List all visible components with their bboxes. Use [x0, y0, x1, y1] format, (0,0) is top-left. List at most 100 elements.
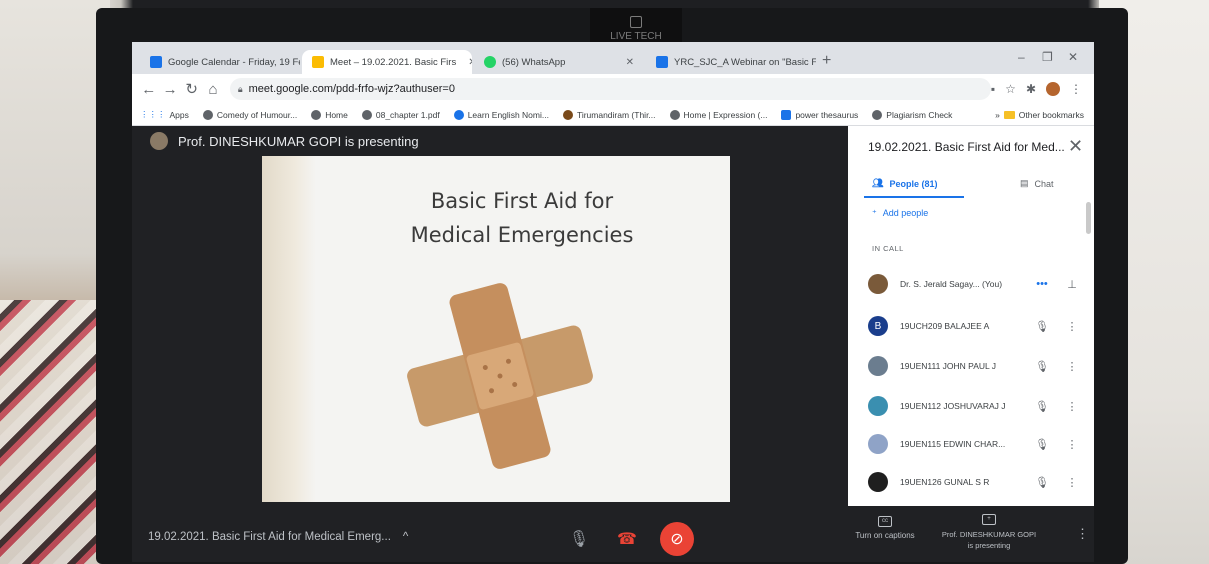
tab-meet[interactable]: Meet – 19.02.2021. Basic Firs ✕: [302, 50, 472, 74]
add-people-button[interactable]: ⁺ Add people: [872, 208, 928, 219]
active-tab-indicator: [864, 196, 964, 198]
chevron-icon: »: [995, 109, 1000, 120]
bookmark-item[interactable]: power thesaurus: [781, 109, 859, 120]
menu-icon[interactable]: ⋮: [1070, 82, 1082, 96]
present-line-2: is presenting: [967, 541, 1011, 550]
hang-up-icon: ☎︎: [617, 531, 637, 548]
bookmark-item[interactable]: Comedy of Humour...: [202, 109, 297, 120]
participant-name: 19UCH209 BALAJEE A: [900, 321, 990, 331]
screen: Google Calendar - Friday, 19 Feb ✕ Meet …: [132, 42, 1094, 562]
toolbar-actions: ▪ ☆ ✱ ⋮: [991, 82, 1094, 96]
bookmark-item[interactable]: Learn English Nomi...: [453, 109, 549, 120]
page-icon: [656, 56, 668, 68]
tab-people-label: People (81): [889, 178, 938, 189]
presenter-avatar: [150, 132, 168, 150]
captions-label: Turn on captions: [855, 531, 915, 540]
globe-icon: [202, 109, 213, 120]
bookmark-item[interactable]: Home: [311, 109, 348, 120]
close-icon[interactable]: ✕: [626, 57, 634, 68]
mic-off-icon: 🎙︎: [1035, 438, 1049, 451]
apps-grid-icon: ⋮⋮⋮: [140, 109, 166, 119]
people-panel: 19.02.2021. Basic First Aid for Med... ✕…: [848, 126, 1094, 506]
participant-name: 19UEN115 EDWIN CHAR...: [900, 439, 1006, 449]
webcam-label: LIVE TECH: [610, 31, 662, 42]
bookmark-label: 08_chapter 1.pdf: [375, 109, 440, 120]
participant-row[interactable]: Dr. S. Jerald Sagay... (You) ••• ⊥: [868, 266, 1084, 302]
bookmark-item[interactable]: Home | Expression (...: [669, 109, 767, 120]
photo-scene: LIVE TECH Google Calendar - Friday, 19 F…: [0, 0, 1209, 564]
forward-button[interactable]: →: [159, 81, 180, 98]
tab-webinar[interactable]: YRC_SJC_A Webinar on "Basic Fir ✕: [646, 50, 816, 74]
webcam-icon: [630, 16, 642, 28]
mic-off-icon: 🎙︎: [1035, 320, 1049, 333]
home-button[interactable]: ⌂: [202, 81, 223, 98]
tab-chat[interactable]: ▤ Chat: [1020, 178, 1054, 189]
presentation-button[interactable]: + Prof. DINESHKUMAR GOPI is presenting: [934, 514, 1044, 551]
more-options-icon[interactable]: ⋮: [1076, 526, 1089, 542]
present-line-1: Prof. DINESHKUMAR GOPI: [941, 530, 1037, 539]
bookmark-label: Apps: [169, 109, 189, 120]
more-options-icon[interactable]: ⋮: [1064, 400, 1080, 413]
close-icon[interactable]: ✕: [468, 57, 472, 68]
bookmark-item[interactable]: Plagiarism Check: [872, 109, 953, 120]
tab-people[interactable]: 👥︎ People (81): [872, 178, 937, 189]
profile-avatar[interactable]: [1046, 82, 1060, 96]
camera-in-use-icon[interactable]: ▪: [991, 82, 995, 96]
meet-bottom-bar: 19.02.2021. Basic First Aid for Medical …: [132, 506, 1094, 562]
more-options-icon[interactable]: ⋮: [1064, 476, 1080, 489]
meet-call-area: Prof. DINESHKUMAR GOPI is presenting Bas…: [132, 126, 1094, 562]
more-options-icon[interactable]: ⋮: [1064, 438, 1080, 451]
captions-button[interactable]: cc Turn on captions: [850, 516, 920, 540]
participant-row[interactable]: 19UEN112 JOSHUVARAJ J 🎙︎ ⋮: [868, 388, 1084, 424]
url-text: meet.google.com/pdd-frfo-wjz?authuser=0: [248, 83, 455, 95]
slide-decoration: [262, 156, 316, 502]
panel-scrollbar[interactable]: [1086, 202, 1091, 234]
address-bar[interactable]: 🔒︎ meet.google.com/pdd-frfo-wjz?authuser…: [229, 78, 991, 100]
meeting-details-button[interactable]: 19.02.2021. Basic First Aid for Medical …: [148, 531, 408, 543]
back-button[interactable]: ←: [138, 81, 159, 98]
new-tab-button[interactable]: +: [822, 52, 831, 70]
present-icon: +: [982, 514, 996, 525]
tab-label: YRC_SJC_A Webinar on "Basic Fir: [674, 56, 816, 68]
folder-icon: [1003, 110, 1015, 119]
maximize-button[interactable]: ❐: [1042, 50, 1053, 64]
camera-off-icon: ⊘: [670, 531, 684, 548]
people-icon: 👥︎: [872, 178, 884, 188]
more-options-icon[interactable]: ⋮: [1064, 360, 1080, 373]
microphone-button[interactable]: 🎙︎: [562, 522, 596, 556]
other-bookmarks[interactable]: » Other bookmarks: [995, 110, 1094, 120]
pin-icon[interactable]: ⊥: [1064, 278, 1080, 291]
window-close-button[interactable]: ✕: [1068, 50, 1078, 64]
tab-whatsapp[interactable]: (56) WhatsApp ✕: [474, 50, 644, 74]
globe-icon: [669, 109, 680, 120]
minimize-button[interactable]: –: [1018, 50, 1025, 64]
tab-label: Meet – 19.02.2021. Basic Firs: [330, 56, 457, 68]
participant-row[interactable]: 19UEN111 JOHN PAUL J 🎙︎ ⋮: [868, 348, 1084, 384]
bookmark-label: Home: [325, 109, 348, 120]
bookmark-label: Plagiarism Check: [886, 109, 953, 120]
participant-row[interactable]: 19UEN115 EDWIN CHAR... 🎙︎ ⋮: [868, 426, 1084, 462]
bookmark-item[interactable]: Tirumandiram (Thir...: [562, 109, 656, 120]
camera-button[interactable]: ⊘: [660, 522, 694, 556]
leave-call-button[interactable]: ☎︎: [610, 522, 644, 556]
panel-close-icon[interactable]: ✕: [1068, 136, 1083, 157]
reload-button[interactable]: ↻: [181, 80, 202, 98]
participant-row[interactable]: B 19UCH209 BALAJEE A 🎙︎ ⋮: [868, 308, 1084, 344]
bookmark-apps[interactable]: ⋮⋮⋮ Apps: [140, 109, 189, 120]
meet-icon: [312, 56, 324, 68]
add-person-icon: ⁺: [872, 208, 877, 218]
other-bookmarks-label: Other bookmarks: [1018, 109, 1084, 120]
bookmark-label: power thesaurus: [795, 109, 859, 120]
speaking-indicator-icon: •••: [1036, 278, 1048, 290]
participant-row[interactable]: 19UEN126 GUNAL S R 🎙︎ ⋮: [868, 464, 1084, 500]
participant-avatar: [868, 472, 888, 492]
participant-name: 19UEN126 GUNAL S R: [900, 477, 990, 487]
bookmark-item[interactable]: 08_chapter 1.pdf: [361, 109, 440, 120]
meeting-title: 19.02.2021. Basic First Aid for Medical …: [148, 531, 391, 543]
tab-google-calendar[interactable]: Google Calendar - Friday, 19 Feb ✕: [140, 50, 300, 74]
browser-toolbar: ← → ↻ ⌂ 🔒︎ meet.google.com/pdd-frfo-wjz?…: [132, 74, 1094, 104]
more-options-icon[interactable]: ⋮: [1064, 320, 1080, 333]
globe-icon: [311, 109, 322, 120]
star-icon[interactable]: ☆: [1005, 82, 1016, 96]
extensions-icon[interactable]: ✱: [1026, 82, 1036, 96]
